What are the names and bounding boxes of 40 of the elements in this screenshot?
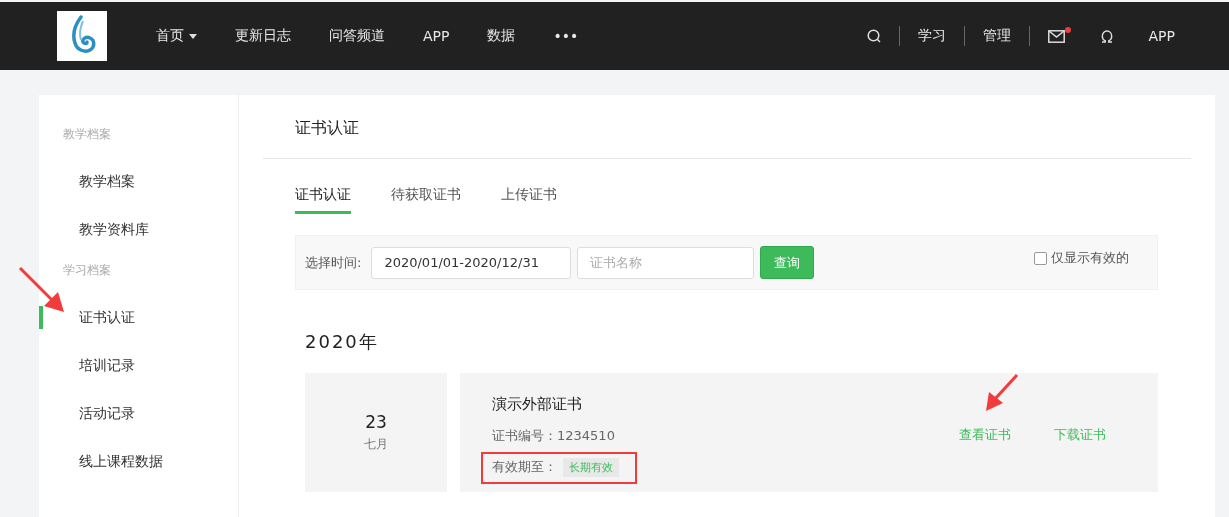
sidebar-item[interactable]: 线上课程数据 <box>39 437 238 485</box>
sidebar-item[interactable]: 培训记录 <box>39 341 238 389</box>
mail-icon[interactable] <box>1047 29 1065 43</box>
nav-link[interactable]: 数据 <box>468 27 535 45</box>
nav-dropdown[interactable]: 首页 <box>137 27 216 45</box>
sidebar-item[interactable]: 教学档案 <box>39 157 238 205</box>
annotation-arrow <box>986 374 1019 411</box>
checkbox[interactable] <box>1034 251 1047 265</box>
tab[interactable]: 待获取证书 <box>391 185 461 214</box>
certificate-name-field[interactable]: 证书名称 <box>577 246 755 279</box>
annotation-arrow <box>18 266 64 312</box>
checkbox-label: 仅显示有效的 <box>1051 249 1129 267</box>
sidebar-item[interactable]: 证书认证 <box>39 293 238 341</box>
nav-link[interactable]: APP <box>1130 28 1193 44</box>
validity-label: 有效期至： <box>492 458 557 476</box>
nav-link[interactable]: 问答频道 <box>310 27 404 45</box>
nav-link[interactable]: APP <box>404 28 469 44</box>
sidebar-group-label: 学习档案 <box>62 262 112 279</box>
date-day: 23 <box>365 412 387 432</box>
certificate-name: 演示外部证书 <box>492 394 583 414</box>
filter-label: 选择时间: <box>305 253 362 272</box>
nav-link[interactable]: ••• <box>534 28 598 44</box>
validity-badge: 长期有效 <box>563 457 619 477</box>
caret-icon <box>189 33 197 39</box>
search-icon[interactable] <box>866 29 881 43</box>
date-range-field[interactable]: 2020/01/01-2020/12/31 <box>371 246 572 279</box>
certificate-number: 证书编号：1234510 <box>492 426 616 445</box>
sidebar-item[interactable]: 教学资料库 <box>39 205 238 253</box>
tab[interactable]: 证书认证 <box>295 185 351 214</box>
page-title: 证书认证 <box>295 118 359 137</box>
nav-link[interactable]: 学习 <box>899 27 964 45</box>
date-month: 七月 <box>364 436 388 453</box>
sidebar-item[interactable]: 活动记录 <box>39 389 238 437</box>
year-heading: 2020年 <box>305 330 380 354</box>
omega-icon[interactable] <box>1100 29 1113 43</box>
tab[interactable]: 上传证书 <box>501 185 557 214</box>
nav-link[interactable]: 更新日志 <box>216 27 310 45</box>
sidebar-group-label: 教学档案 <box>62 126 112 143</box>
logo[interactable] <box>57 11 107 61</box>
nav-link[interactable]: 管理 <box>964 27 1029 45</box>
